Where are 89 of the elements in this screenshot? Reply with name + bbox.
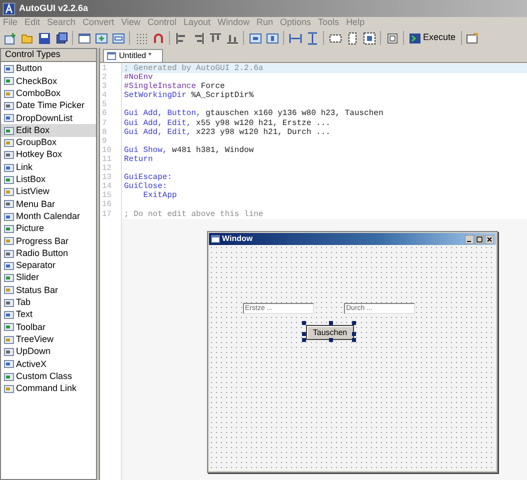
design-window-title: Window — [222, 233, 253, 245]
control-icon — [4, 64, 14, 74]
control-icon — [4, 236, 14, 246]
execute-button[interactable]: Execute — [407, 30, 458, 46]
line-number: 5 — [101, 100, 108, 110]
control-icon — [4, 285, 14, 296]
control-icon — [4, 126, 14, 136]
new-file-icon[interactable] — [2, 30, 18, 46]
panel-header: Control Types — [1, 49, 96, 62]
control-icon — [4, 359, 14, 370]
control-icon — [4, 334, 14, 345]
line-number: 11 — [101, 154, 113, 164]
control-icon — [4, 150, 14, 160]
control-icon — [4, 384, 14, 394]
control-type-item[interactable]: Tab — [1, 296, 96, 309]
control-type-item[interactable]: ActiveX — [1, 358, 96, 370]
line-number: 6 — [101, 109, 108, 119]
control-type-item[interactable]: Custom Class — [1, 370, 96, 383]
line-number: 8 — [101, 128, 108, 137]
control-type-item[interactable]: UpDown — [1, 346, 96, 358]
control-icon — [4, 212, 14, 222]
size-icon[interactable] — [361, 30, 377, 46]
control-icon — [4, 273, 14, 284]
control-type-item[interactable]: Hotkey Box — [1, 149, 96, 162]
line-number: 9 — [101, 136, 108, 146]
minimize-icon[interactable] — [465, 234, 474, 244]
control-type-item[interactable]: ListView — [1, 186, 96, 198]
control-type-item[interactable]: TreeView — [1, 334, 96, 346]
control-icon — [4, 346, 14, 357]
control-type-item[interactable]: Link — [1, 161, 96, 174]
line-number: 14 — [101, 182, 113, 192]
control-icon — [4, 260, 14, 271]
control-icon — [4, 113, 14, 124]
control-type-item[interactable]: Picture — [1, 222, 96, 236]
control-type-item[interactable]: GroupBox — [1, 136, 96, 150]
control-type-item[interactable]: CheckBox — [1, 75, 96, 88]
line-number: 15 — [101, 191, 113, 200]
line-number: 3 — [101, 82, 108, 92]
run-icon — [409, 32, 421, 44]
line-number: 17 — [101, 210, 113, 219]
control-type-item[interactable]: Text — [1, 308, 96, 322]
control-icon — [4, 310, 14, 320]
control-icon — [4, 138, 14, 148]
control-type-item[interactable]: Slider — [1, 272, 96, 284]
window-icon — [211, 235, 220, 243]
line-number: 2 — [101, 73, 108, 82]
control-type-item[interactable]: Menu Bar — [1, 198, 96, 211]
control-icon — [4, 224, 14, 234]
control-type-item[interactable]: Button — [1, 63, 96, 76]
control-icon — [4, 76, 14, 86]
control-type-item[interactable]: ListBox — [1, 174, 96, 186]
control-icon — [4, 101, 14, 112]
line-number: 7 — [101, 118, 108, 128]
tauschen-button[interactable]: Tauschen — [306, 325, 354, 340]
control-icon — [4, 372, 14, 382]
control-type-item[interactable]: Separator — [1, 260, 96, 272]
save-icon[interactable] — [36, 30, 52, 46]
control-type-item[interactable]: Toolbar — [1, 321, 96, 334]
control-icon — [4, 174, 14, 185]
document-icon — [107, 52, 116, 60]
control-type-item[interactable]: Month Calendar — [1, 210, 96, 223]
control-icon — [4, 248, 14, 259]
control-type-item[interactable]: Progress Bar — [1, 235, 96, 248]
control-type-item[interactable]: ComboBox — [1, 88, 96, 100]
control-icon — [4, 187, 14, 198]
line-number: 12 — [101, 164, 113, 174]
control-type-item[interactable]: Command Link — [1, 382, 96, 396]
line-number: 1 — [101, 64, 108, 74]
control-icon — [4, 199, 14, 210]
line-number: 10 — [101, 146, 113, 155]
app-icon — [3, 2, 15, 14]
control-type-item[interactable]: DropDownList — [1, 112, 96, 124]
window-title: AutoGUI v2.2.6a — [19, 2, 88, 15]
control-icon — [4, 298, 14, 308]
control-icon — [4, 322, 14, 332]
control-icon — [4, 162, 14, 173]
code-editor[interactable] — [100, 62, 527, 480]
control-type-item[interactable]: Date Time Picker — [1, 100, 96, 112]
line-number: 13 — [101, 173, 113, 182]
control-type-item[interactable]: Status Bar — [1, 284, 96, 297]
control-type-item[interactable]: Edit Box — [1, 124, 96, 137]
control-icon — [4, 88, 14, 99]
maximize-icon[interactable] — [475, 234, 484, 244]
line-number: 16 — [101, 200, 113, 210]
properties-icon[interactable] — [464, 30, 481, 46]
document-tab[interactable]: Untitled * — [103, 49, 164, 62]
control-type-item[interactable]: Radio Button — [1, 247, 96, 260]
line-number: 4 — [101, 91, 108, 100]
close-icon[interactable] — [485, 234, 494, 244]
